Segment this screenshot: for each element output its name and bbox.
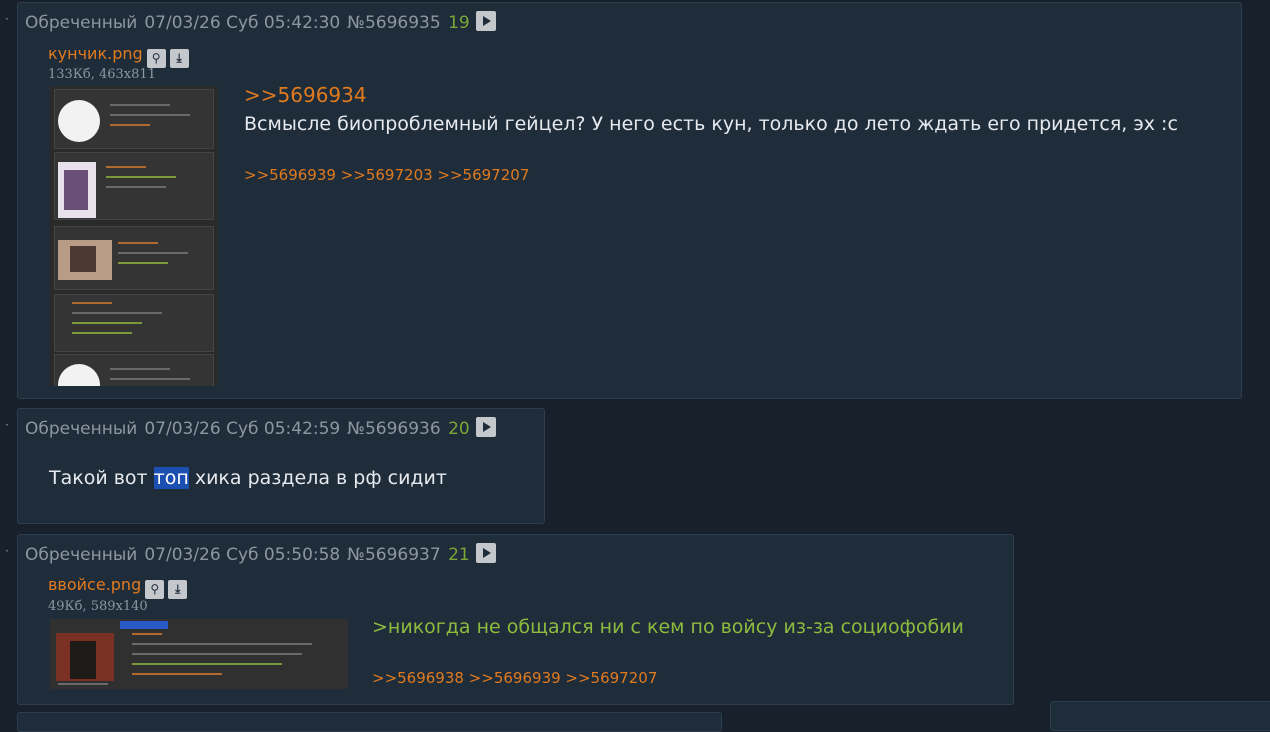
post-marker: · (5, 544, 9, 558)
file-info: кунчик.png ⚲ ⤓ (48, 44, 189, 68)
post-text-part: хика раздела в рф сидит (188, 467, 447, 489)
post-header: Обреченный 07/03/26 Суб 05:42:30 №5696935 … (25, 11, 496, 33)
post-index: 19 (448, 13, 470, 33)
file-name-link[interactable]: кунчик.png (48, 44, 143, 63)
post-5696936: Обреченный 07/03/26 Суб 05:42:59 №5696936 … (17, 408, 545, 524)
post-author: Обреченный (25, 545, 138, 565)
post-quote-text: >никогда не общался ни с кем по войсу из… (372, 616, 964, 638)
post-image-thumbnail[interactable] (50, 86, 218, 386)
selected-text: топ (153, 467, 189, 489)
post-image-thumbnail[interactable] (50, 619, 348, 689)
post-header: Обреченный 07/03/26 Суб 05:42:59 №5696936 … (25, 417, 496, 439)
post-5696935: Обреченный 07/03/26 Суб 05:42:30 №5696935 … (17, 2, 1242, 399)
file-name-link[interactable]: ввойсе.png (48, 575, 141, 594)
play-icon[interactable] (475, 417, 496, 437)
post-number[interactable]: №5696936 (347, 419, 440, 439)
file-meta: 49Кб, 589x140 (48, 599, 148, 614)
file-info: ввойсе.png ⚲ ⤓ (48, 575, 188, 599)
post-text-part: Такой вот (49, 467, 154, 489)
reply-to-link[interactable]: >>5696934 (244, 83, 367, 107)
post-text: Всмысле биопроблемный гейцел? У него ест… (244, 113, 1178, 135)
magnifier-icon[interactable]: ⚲ (145, 580, 165, 599)
post-5696937: Обреченный 07/03/26 Суб 05:50:58 №5696937 … (17, 534, 1014, 705)
post-header: Обреченный 07/03/26 Суб 05:50:58 №5696937 … (25, 543, 496, 565)
post-number[interactable]: №5696935 (347, 13, 440, 33)
post-index: 20 (448, 419, 470, 439)
post-replies[interactable]: >>5696938 >>5696939 >>5697207 (372, 669, 657, 687)
post-date: 07/03/26 Суб 05:50:58 (144, 545, 341, 565)
post-author: Обреченный (25, 13, 138, 33)
download-icon[interactable]: ⤓ (168, 580, 188, 599)
download-icon[interactable]: ⤓ (169, 49, 189, 68)
file-meta: 133Кб, 463x811 (48, 67, 156, 82)
post-author: Обреченный (25, 419, 138, 439)
play-icon[interactable] (475, 543, 496, 563)
post-replies[interactable]: >>5696939 >>5697203 >>5697207 (244, 166, 529, 184)
post-date: 07/03/26 Суб 05:42:30 (144, 13, 341, 33)
magnifier-icon[interactable]: ⚲ (146, 49, 166, 68)
post-number[interactable]: №5696937 (347, 545, 440, 565)
post-marker: · (5, 418, 9, 432)
post-marker: · (5, 12, 9, 26)
play-icon[interactable] (475, 11, 496, 31)
post-text: Такой вот топ хика раздела в рф сидит (49, 467, 447, 489)
next-post-partial-right (1050, 701, 1270, 731)
next-post-partial (17, 712, 722, 732)
post-index: 21 (448, 545, 470, 565)
post-date: 07/03/26 Суб 05:42:59 (144, 419, 341, 439)
